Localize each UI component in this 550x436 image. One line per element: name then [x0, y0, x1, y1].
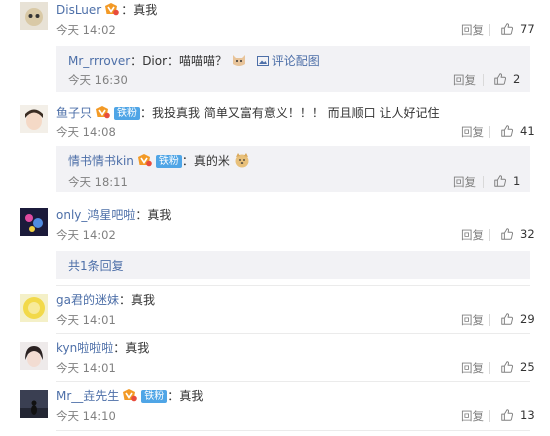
like-button[interactable]: 13: [500, 407, 535, 423]
divider: [483, 74, 484, 86]
username-link[interactable]: 鱼子只: [56, 106, 92, 120]
image-icon: [256, 56, 269, 66]
reply-block: 情书情书kin 铁粉 ：真的米 今天 18:11 回复 1: [56, 146, 530, 192]
timestamp: 今天 14:01: [56, 313, 116, 327]
avatar[interactable]: [20, 208, 48, 236]
divider: [489, 362, 490, 374]
vip-icon: [94, 105, 110, 119]
divider: [489, 229, 490, 241]
divider: [56, 381, 530, 382]
comment-text: 真我: [133, 3, 158, 17]
comment-text: 真我: [147, 208, 172, 222]
like-button[interactable]: 77: [500, 21, 535, 37]
more-replies[interactable]: 共1条回复: [56, 251, 530, 279]
reply-text: Dior：喵喵喵？: [142, 54, 228, 68]
avatar[interactable]: [20, 105, 48, 133]
comment-text: 真我: [125, 341, 150, 355]
thumbs-up-icon: [500, 312, 514, 326]
divider: [489, 126, 490, 138]
reply-button[interactable]: 回复: [461, 408, 484, 424]
thumbs-up-icon: [500, 124, 514, 138]
like-button[interactable]: 29: [500, 311, 535, 327]
timestamp: 今天 16:30: [68, 73, 128, 87]
divider: [56, 285, 530, 286]
username-link[interactable]: only_鸿星吧啦: [56, 208, 135, 222]
username-link[interactable]: kyn啦啦啦: [56, 341, 113, 355]
thumbs-up-icon: [500, 408, 514, 422]
thumbs-up-icon: [493, 174, 507, 188]
divider: [56, 333, 530, 334]
username-link[interactable]: ga君的迷妹: [56, 293, 119, 307]
divider: [489, 410, 490, 422]
vip-icon: [103, 2, 119, 16]
reply-button[interactable]: 回复: [461, 360, 484, 376]
comment-text: 真我: [179, 389, 204, 403]
timestamp: 今天 14:08: [56, 125, 116, 139]
fan-badge: 铁粉: [141, 390, 168, 403]
thumbs-up-icon: [500, 360, 514, 374]
thumbs-up-icon: [500, 227, 514, 241]
thumbs-up-icon: [500, 22, 514, 36]
avatar[interactable]: [20, 390, 48, 418]
thumbs-up-icon: [493, 72, 507, 86]
like-button[interactable]: 25: [500, 359, 535, 375]
reply-button[interactable]: 回复: [461, 312, 484, 328]
fan-badge: 铁粉: [114, 107, 141, 120]
reply-button[interactable]: 回复: [461, 22, 484, 38]
divider: [489, 24, 490, 36]
like-button[interactable]: 41: [500, 123, 535, 139]
reply-button[interactable]: 回复: [461, 227, 484, 243]
timestamp: 今天 14:02: [56, 23, 116, 37]
avatar[interactable]: [20, 294, 48, 322]
username-link[interactable]: Mr_rrrover: [68, 54, 130, 68]
vip-icon: [136, 153, 152, 167]
divider: [56, 430, 530, 431]
username-link[interactable]: DisLuer: [56, 3, 101, 17]
comment-text: 真我: [131, 293, 156, 307]
timestamp: 今天 14:10: [56, 409, 116, 423]
like-button[interactable]: 1: [493, 173, 520, 189]
divider: [483, 176, 484, 188]
comment-text: 我投真我 简单又富有意义！！！ 而且顺口 让人好记住: [152, 106, 440, 120]
reply-block: Mr_rrrover：Dior：喵喵喵？ 评论配图 今天 16:30 回复 2: [56, 46, 530, 92]
reply-text: 真的米: [193, 154, 230, 168]
avatar[interactable]: [20, 342, 48, 370]
fan-badge: 铁粉: [155, 155, 182, 168]
username-link[interactable]: 情书情书kin: [68, 154, 134, 168]
like-button[interactable]: 32: [500, 226, 535, 242]
reply-button[interactable]: 回复: [453, 174, 476, 190]
vip-icon: [121, 388, 137, 402]
reply-button[interactable]: 回复: [461, 124, 484, 140]
comment-image-link[interactable]: 评论配图: [272, 54, 320, 68]
username-link[interactable]: Mr__垚先生: [56, 389, 119, 403]
divider: [489, 314, 490, 326]
doge-emoji-icon: [235, 153, 249, 168]
timestamp: 今天 14:01: [56, 361, 116, 375]
timestamp: 今天 18:11: [68, 175, 128, 189]
more-replies-link[interactable]: 共1条回复: [68, 257, 124, 274]
timestamp: 今天 14:02: [56, 228, 116, 242]
reply-button[interactable]: 回复: [453, 72, 476, 88]
avatar[interactable]: [20, 2, 48, 30]
like-button[interactable]: 2: [493, 71, 520, 87]
cat-emoji-icon: [232, 55, 245, 66]
